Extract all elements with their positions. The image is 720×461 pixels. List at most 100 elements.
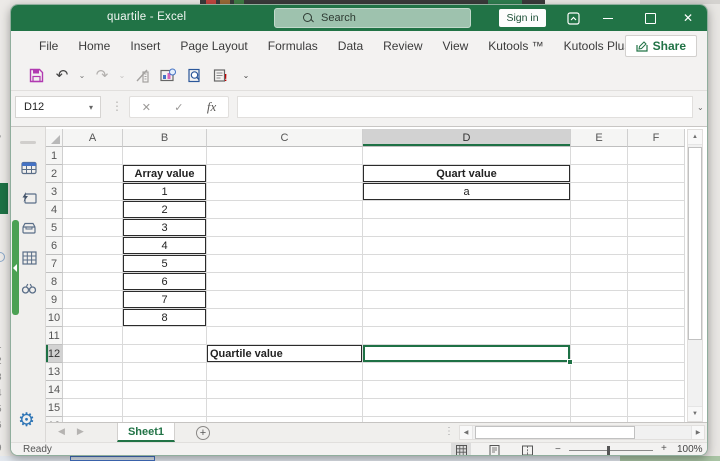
cell-E10[interactable] bbox=[571, 309, 628, 327]
cell-B3[interactable]: 1 bbox=[123, 183, 207, 201]
cell-F10[interactable] bbox=[628, 309, 685, 327]
cell-F5[interactable] bbox=[628, 219, 685, 237]
share-button[interactable]: Share bbox=[625, 35, 697, 57]
sheet-nav-arrows[interactable]: ◀▶ bbox=[58, 426, 96, 437]
column-header-f[interactable]: F bbox=[628, 129, 685, 147]
customize-toolbar-icon[interactable]: ⌄ bbox=[241, 65, 251, 87]
fill-handle[interactable] bbox=[567, 359, 573, 365]
cell-F1[interactable] bbox=[628, 147, 685, 165]
row-header-3[interactable]: 3 bbox=[46, 183, 63, 201]
cell-C12[interactable]: Quartile value bbox=[207, 345, 363, 363]
cell-C11[interactable] bbox=[207, 327, 363, 345]
cell-F4[interactable] bbox=[628, 201, 685, 219]
cell-B12[interactable] bbox=[123, 345, 207, 363]
cancel-icon[interactable]: ✕ bbox=[142, 101, 151, 114]
cell-E5[interactable] bbox=[571, 219, 628, 237]
select-all-corner[interactable] bbox=[46, 129, 63, 147]
cell-C14[interactable] bbox=[207, 381, 363, 399]
cell-E12[interactable] bbox=[571, 345, 628, 363]
scroll-right-icon[interactable]: ▶ bbox=[691, 426, 704, 439]
enter-icon[interactable]: ✓ bbox=[174, 101, 183, 114]
cell-A1[interactable] bbox=[63, 147, 123, 165]
cell-B4[interactable]: 2 bbox=[123, 201, 207, 219]
row-header-8[interactable]: 8 bbox=[46, 273, 63, 291]
cell-A14[interactable] bbox=[63, 381, 123, 399]
ribbon-display-options-icon[interactable] bbox=[556, 5, 590, 31]
cell-E3[interactable] bbox=[571, 183, 628, 201]
cell-D6[interactable] bbox=[363, 237, 571, 255]
cell-D3[interactable]: a bbox=[363, 183, 571, 201]
insert-function-icon[interactable]: fx bbox=[207, 99, 216, 115]
normal-view-icon[interactable] bbox=[451, 443, 471, 456]
cell-A4[interactable] bbox=[63, 201, 123, 219]
cell-C13[interactable] bbox=[207, 363, 363, 381]
cell-D9[interactable] bbox=[363, 291, 571, 309]
column-header-b[interactable]: B bbox=[123, 129, 207, 147]
cell-D5[interactable] bbox=[363, 219, 571, 237]
row-header-14[interactable]: 14 bbox=[46, 381, 63, 399]
column-header-d[interactable]: D bbox=[363, 129, 571, 147]
cell-D8[interactable] bbox=[363, 273, 571, 291]
cell-D12[interactable] bbox=[363, 345, 571, 363]
cell-D11[interactable] bbox=[363, 327, 571, 345]
sheet-tab-sheet1[interactable]: Sheet1 bbox=[117, 423, 175, 442]
vertical-scrollbar[interactable]: ▲ ▼ bbox=[687, 129, 703, 422]
cell-D15[interactable] bbox=[363, 399, 571, 417]
cell-D14[interactable] bbox=[363, 381, 571, 399]
redo-dropdown-icon[interactable]: ⌄ bbox=[117, 65, 127, 87]
cell-A10[interactable] bbox=[63, 309, 123, 327]
row-header-1[interactable]: 1 bbox=[46, 147, 63, 165]
cell-F7[interactable] bbox=[628, 255, 685, 273]
cell-C6[interactable] bbox=[207, 237, 363, 255]
cell-A7[interactable] bbox=[63, 255, 123, 273]
cell-E7[interactable] bbox=[571, 255, 628, 273]
name-box[interactable]: D12 ▾ bbox=[15, 96, 101, 118]
cell-C5[interactable] bbox=[207, 219, 363, 237]
workbook-pane-icon[interactable] bbox=[20, 159, 38, 177]
cell-C3[interactable] bbox=[207, 183, 363, 201]
menu-tab-data[interactable]: Data bbox=[328, 33, 373, 59]
cell-E11[interactable] bbox=[571, 327, 628, 345]
cell-A9[interactable] bbox=[63, 291, 123, 309]
zoom-slider-thumb[interactable] bbox=[607, 446, 610, 455]
cell-B14[interactable] bbox=[123, 381, 207, 399]
cell-B9[interactable]: 7 bbox=[123, 291, 207, 309]
column-header-c[interactable]: C bbox=[207, 129, 363, 147]
row-header-6[interactable]: 6 bbox=[46, 237, 63, 255]
sign-in-button[interactable]: Sign in bbox=[499, 9, 546, 27]
maximize-icon[interactable] bbox=[633, 5, 667, 31]
cell-A6[interactable] bbox=[63, 237, 123, 255]
cell-D13[interactable] bbox=[363, 363, 571, 381]
row-header-2[interactable]: 2 bbox=[46, 165, 63, 183]
menu-tab-formulas[interactable]: Formulas bbox=[258, 33, 328, 59]
vertical-scrollbar-thumb[interactable] bbox=[688, 147, 702, 340]
cell-B11[interactable] bbox=[123, 327, 207, 345]
camera-icon[interactable] bbox=[157, 65, 179, 87]
undo-dropdown-icon[interactable]: ⌄ bbox=[77, 65, 87, 87]
name-box-dropdown-icon[interactable]: ▾ bbox=[82, 103, 100, 112]
cell-F15[interactable] bbox=[628, 399, 685, 417]
cell-C8[interactable] bbox=[207, 273, 363, 291]
cell-B5[interactable]: 3 bbox=[123, 219, 207, 237]
menu-tab-view[interactable]: View bbox=[433, 33, 479, 59]
resource-library-icon[interactable] bbox=[20, 219, 38, 237]
cell-A8[interactable] bbox=[63, 273, 123, 291]
redo-icon[interactable]: ↷ bbox=[91, 65, 113, 87]
cell-C7[interactable] bbox=[207, 255, 363, 273]
cell-F13[interactable] bbox=[628, 363, 685, 381]
cell-A2[interactable] bbox=[63, 165, 123, 183]
cell-C10[interactable] bbox=[207, 309, 363, 327]
zoom-slider[interactable] bbox=[569, 450, 653, 451]
settings-gear-icon[interactable]: ⚙ bbox=[18, 409, 35, 432]
cell-B10[interactable]: 8 bbox=[123, 309, 207, 327]
cell-F11[interactable] bbox=[628, 327, 685, 345]
scroll-down-icon[interactable]: ▼ bbox=[688, 406, 702, 421]
page-break-preview-icon[interactable] bbox=[517, 443, 537, 456]
cell-E14[interactable] bbox=[571, 381, 628, 399]
cell-F12[interactable] bbox=[628, 345, 685, 363]
cell-B15[interactable] bbox=[123, 399, 207, 417]
cell-B13[interactable] bbox=[123, 363, 207, 381]
cell-D10[interactable] bbox=[363, 309, 571, 327]
menu-tab-file[interactable]: File bbox=[29, 33, 68, 59]
cell-E9[interactable] bbox=[571, 291, 628, 309]
